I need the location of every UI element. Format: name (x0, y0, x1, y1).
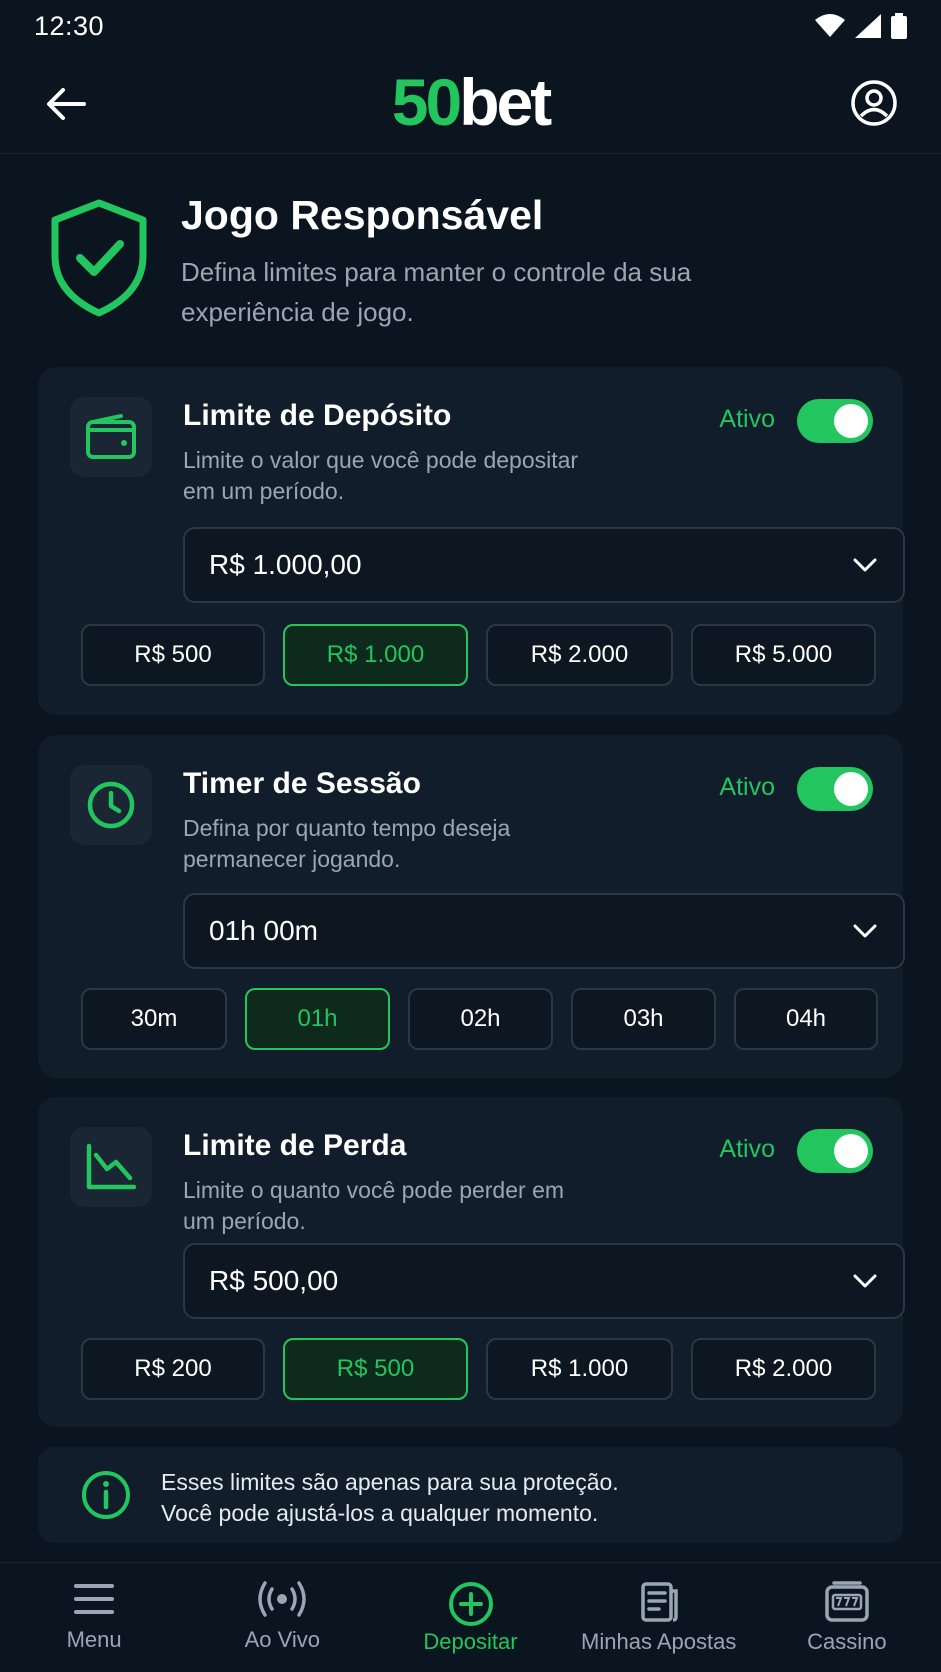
nav-menu[interactable]: Menu (0, 1563, 188, 1672)
option-chip[interactable]: 04h (734, 988, 878, 1050)
logo-number: 50 (391, 65, 462, 139)
status-label: Ativo (719, 405, 775, 433)
info-line-2: Você pode ajustá-los a qualquer momento. (161, 1500, 599, 1526)
info-line-1: Esses limites são apenas para sua proteç… (161, 1469, 619, 1495)
menu-icon (74, 1584, 115, 1614)
nav-label: Cassino (807, 1629, 887, 1654)
chart-down-icon-box (70, 1127, 152, 1207)
nav-label: Minhas Apostas (581, 1629, 737, 1654)
status-bar: 12:30 (0, 0, 941, 52)
option-chip[interactable]: R$ 1.000 (486, 1338, 673, 1400)
session-timer-card: Timer de Sessão Defina por quanto tempo … (38, 735, 905, 1078)
option-chip[interactable]: R$ 500 (81, 624, 265, 686)
nav-cassino[interactable]: Cassino (753, 1563, 941, 1672)
timer-quick-options: 30m 01h 02h 03h 04h (81, 988, 878, 1050)
option-chip-selected[interactable]: R$ 1.000 (283, 624, 468, 686)
page-title: Jogo Responsável (181, 192, 544, 238)
chevron-down-icon (853, 924, 877, 938)
chevron-down-icon (853, 1274, 877, 1288)
nav-minhas-apostas[interactable]: Minhas Apostas (565, 1563, 753, 1672)
brand-logo: 50bet (0, 66, 941, 138)
info-icon (82, 1471, 130, 1519)
nav-depositar[interactable]: Depositar (376, 1563, 564, 1672)
nav-label: Ao Vivo (244, 1627, 321, 1652)
wifi-icon (815, 14, 845, 37)
option-chip[interactable]: 30m (81, 988, 227, 1050)
signal-icon (855, 14, 881, 38)
status-icons (815, 13, 907, 39)
nav-label: Menu (66, 1627, 122, 1652)
loss-quick-options: R$ 200 R$ 500 R$ 1.000 R$ 2.000 (81, 1338, 876, 1400)
option-chip[interactable]: R$ 2.000 (691, 1338, 876, 1400)
info-text: Esses limites são apenas para sua proteç… (161, 1467, 619, 1529)
select-value: R$ 1.000,00 (209, 549, 362, 580)
deposit-limit-card: Limite de Depósito Limite o valor que vo… (38, 367, 905, 715)
info-banner: Esses limites são apenas para sua proteç… (38, 1447, 903, 1543)
card-description: Defina por quanto tempo deseja permanece… (183, 815, 511, 872)
live-icon (258, 1581, 307, 1617)
session-timer-select[interactable]: 01h 00m (183, 893, 905, 969)
loss-limit-toggle[interactable] (797, 1129, 873, 1173)
card-title: Limite de Depósito (183, 399, 452, 432)
deposit-limit-toggle[interactable] (797, 399, 873, 443)
shield-check-icon (51, 199, 147, 317)
status-time: 12:30 (34, 10, 105, 41)
card-title: Timer de Sessão (183, 767, 421, 800)
page-subtitle: Defina limites para manter o controle da… (181, 257, 692, 327)
select-value: 01h 00m (209, 915, 318, 946)
deposit-limit-select[interactable]: R$ 1.000,00 (183, 527, 905, 603)
option-chip-selected[interactable]: R$ 500 (283, 1338, 468, 1400)
session-timer-toggle[interactable] (797, 767, 873, 811)
user-icon (851, 80, 897, 126)
clock-icon (87, 781, 135, 829)
option-chip[interactable]: 03h (571, 988, 716, 1050)
option-chip[interactable]: R$ 2.000 (486, 624, 673, 686)
plus-circle-icon (448, 1582, 493, 1626)
nav-ao-vivo[interactable]: Ao Vivo (188, 1563, 376, 1672)
loss-limit-select[interactable]: R$ 500,00 (183, 1243, 905, 1319)
card-description: Limite o valor que você pode depositar e… (183, 447, 579, 504)
wallet-icon-box (70, 397, 152, 477)
hero-section: Jogo Responsável Defina limites para man… (0, 160, 941, 340)
loss-limit-card: Limite de Perda Limite o quanto você pod… (38, 1097, 905, 1427)
option-chip[interactable]: R$ 5.000 (691, 624, 876, 686)
chart-down-icon (86, 1143, 137, 1190)
slot-icon (825, 1581, 869, 1622)
clock-icon-box (70, 765, 152, 845)
battery-icon (891, 13, 907, 39)
status-label: Ativo (719, 1135, 775, 1163)
nav-label: Depositar (423, 1629, 518, 1654)
chevron-down-icon (853, 558, 877, 572)
bottom-navigation: Menu Ao Vivo Depositar Minhas Apostas Ca… (0, 1562, 941, 1672)
status-label: Ativo (719, 773, 775, 801)
option-chip[interactable]: 02h (408, 988, 553, 1050)
profile-button[interactable] (847, 76, 901, 130)
option-chip-selected[interactable]: 01h (245, 988, 390, 1050)
card-title: Limite de Perda (183, 1129, 407, 1162)
logo-word: bet (459, 65, 552, 139)
wallet-icon (86, 414, 136, 459)
bets-icon (640, 1582, 678, 1622)
deposit-quick-options: R$ 500 R$ 1.000 R$ 2.000 R$ 5.000 (81, 624, 876, 686)
app-header: 50bet (0, 52, 941, 154)
option-chip[interactable]: R$ 200 (81, 1338, 265, 1400)
select-value: R$ 500,00 (209, 1265, 339, 1296)
card-description: Limite o quanto você pode perder em um p… (183, 1177, 565, 1234)
